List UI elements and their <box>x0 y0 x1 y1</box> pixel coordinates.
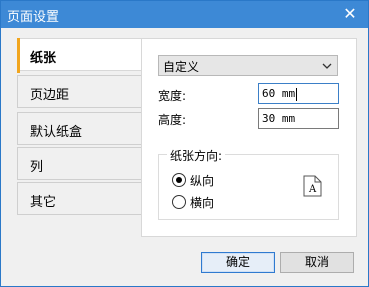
tab-margins[interactable]: 页边距 <box>17 75 142 108</box>
ok-button[interactable]: 确定 <box>201 252 275 273</box>
dialog-title: 页面设置 <box>7 10 60 25</box>
title-bar: 页面设置 ✕ <box>1 1 368 28</box>
tab-default-tray[interactable]: 默认纸盒 <box>17 112 142 145</box>
tab-paper[interactable]: 纸张 <box>17 38 142 73</box>
close-icon[interactable]: ✕ <box>340 3 360 25</box>
tab-columns-label: 列 <box>30 160 44 175</box>
text-caret <box>296 87 298 101</box>
height-label: 高度: <box>158 113 187 127</box>
width-label: 宽度: <box>158 89 187 103</box>
portrait-radio[interactable] <box>172 173 186 187</box>
chevron-down-icon <box>322 63 332 69</box>
height-input[interactable]: 30 mm <box>258 108 339 129</box>
orientation-group-label: 纸张方向: <box>167 147 226 164</box>
portrait-page-icon: A <box>303 175 322 197</box>
tab-paper-label: 纸张 <box>30 51 57 66</box>
tab-columns[interactable]: 列 <box>17 147 142 180</box>
tab-active-indicator <box>17 38 20 73</box>
landscape-radio[interactable] <box>172 195 186 209</box>
cancel-button[interactable]: 取消 <box>280 252 354 273</box>
page-setup-dialog: 页面设置 ✕ 纸张 页边距 默认纸盒 列 其它 自定义 宽度: 60 mm 高度… <box>0 0 369 287</box>
tab-other-label: 其它 <box>30 195 57 210</box>
width-value: 60 mm <box>262 87 296 100</box>
paper-size-value: 自定义 <box>163 60 200 74</box>
radio-selected-dot <box>176 177 182 183</box>
portrait-label[interactable]: 纵向 <box>190 172 214 189</box>
width-input[interactable]: 60 mm <box>258 83 339 104</box>
tab-default-tray-label: 默认纸盒 <box>30 125 83 140</box>
tab-margins-label: 页边距 <box>30 88 70 103</box>
tab-other[interactable]: 其它 <box>17 182 142 215</box>
page-preview-letter: A <box>308 184 317 195</box>
paper-size-select[interactable]: 自定义 <box>158 55 338 76</box>
landscape-label[interactable]: 横向 <box>190 194 214 211</box>
height-value: 30 mm <box>262 112 296 125</box>
